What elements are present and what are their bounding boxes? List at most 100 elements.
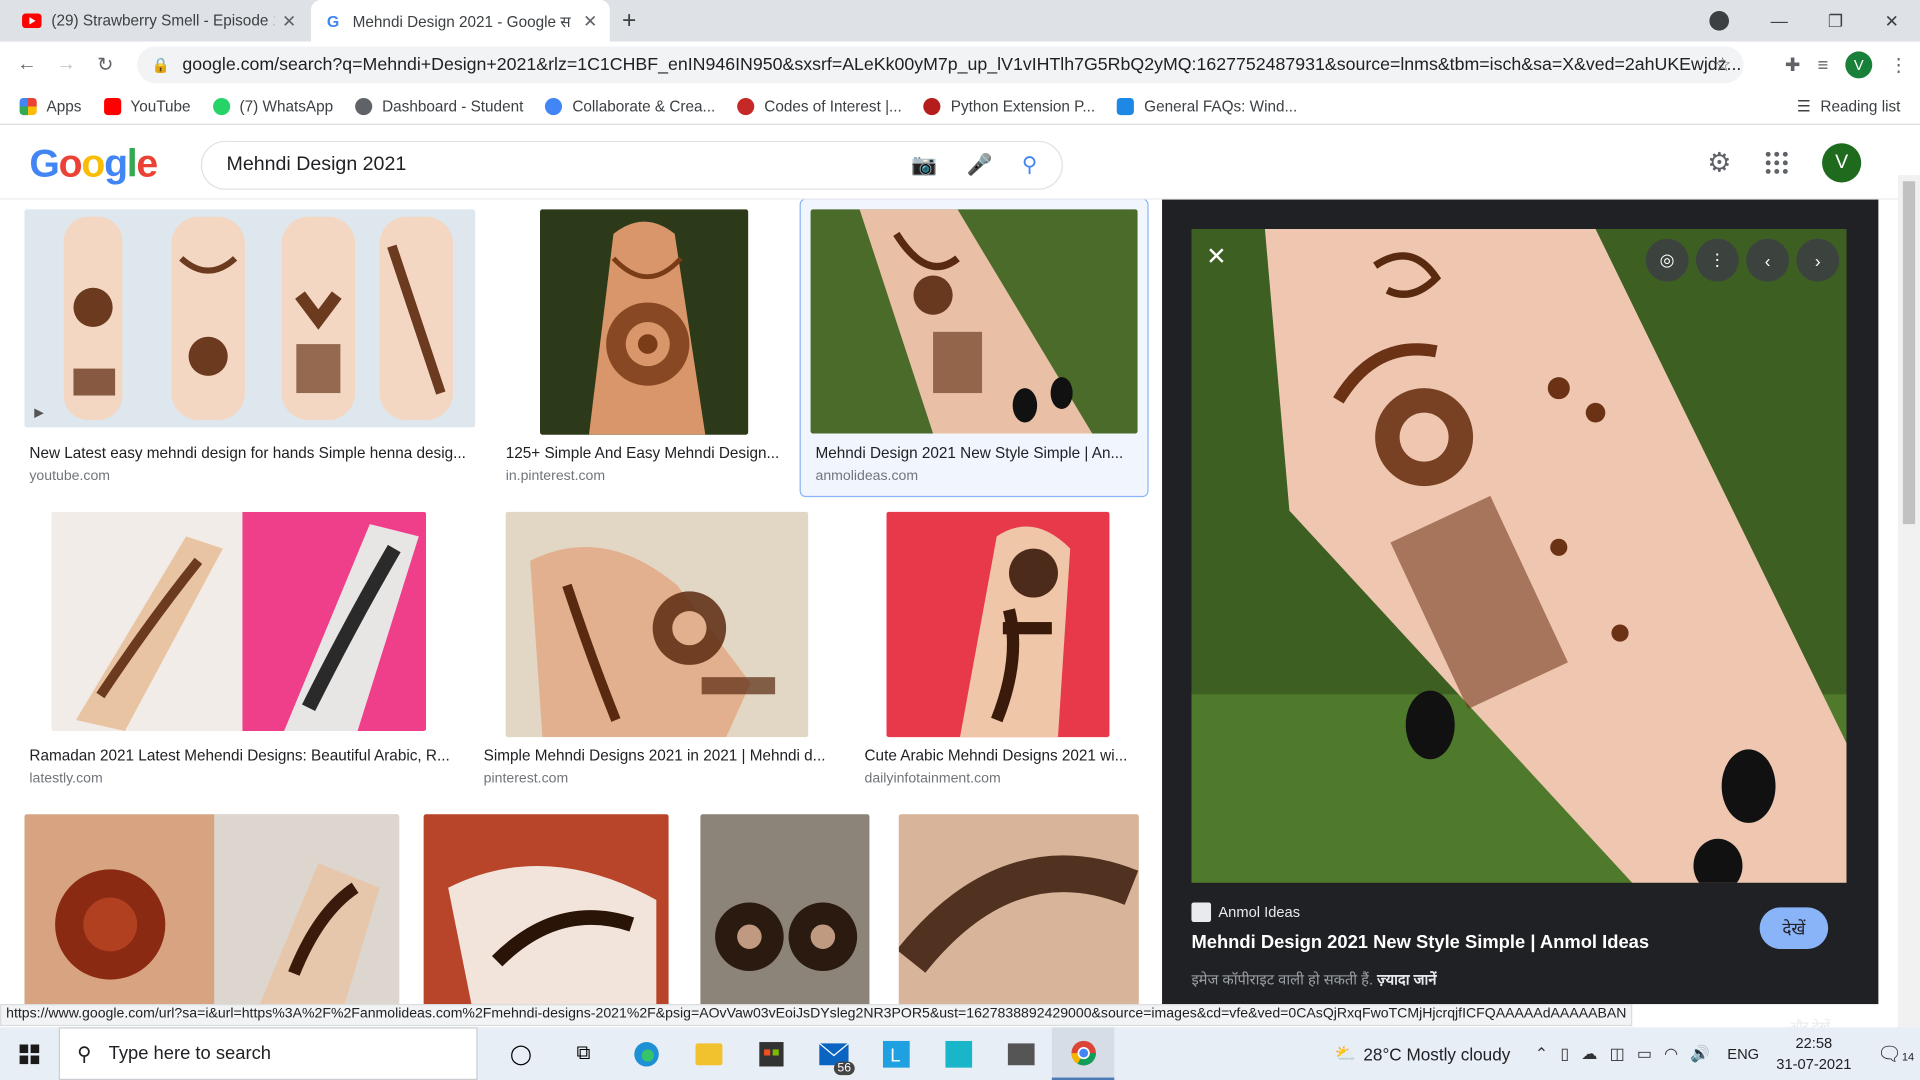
profile-avatar[interactable]: V: [1845, 51, 1873, 79]
store-icon[interactable]: [740, 1027, 802, 1080]
reading-list[interactable]: ☰ Reading list: [1797, 97, 1901, 115]
result-thumbnail[interactable]: [700, 814, 870, 1005]
result-thumbnail[interactable]: ▶: [24, 209, 476, 428]
task-view-icon[interactable]: ⧉: [552, 1027, 614, 1080]
close-window-icon[interactable]: ✕: [1864, 10, 1920, 31]
image-result-selected[interactable]: Mehndi Design 2021 New Style Simple | An…: [799, 199, 1149, 498]
image-result[interactable]: [700, 814, 870, 1005]
learn-more-link[interactable]: ज़्यादा जानें: [1377, 971, 1436, 988]
result-caption[interactable]: Mehndi Design 2021 New Style Simple | An…: [816, 444, 1137, 461]
next-icon[interactable]: ›: [1796, 238, 1840, 282]
bookmark-codes[interactable]: Codes of Interest |...: [737, 97, 902, 115]
close-tab-icon[interactable]: ✕: [282, 10, 296, 31]
result-source[interactable]: pinterest.com: [484, 771, 569, 786]
visit-button[interactable]: देखें: [1759, 907, 1829, 949]
minimize-icon[interactable]: —: [1751, 11, 1807, 31]
edge-icon[interactable]: [615, 1027, 677, 1080]
volume-icon[interactable]: 🔊: [1690, 1044, 1710, 1064]
result-source[interactable]: in.pinterest.com: [506, 469, 605, 484]
result-caption[interactable]: Simple Mehndi Designs 2021 in 2021 | Meh…: [484, 747, 832, 764]
close-tab-icon[interactable]: ✕: [583, 10, 597, 31]
settings-gear-icon[interactable]: ⚙: [1707, 147, 1731, 179]
chrome-icon[interactable]: [1051, 1027, 1115, 1080]
tab-search-icon[interactable]: [1709, 11, 1729, 31]
maximize-icon[interactable]: ❐: [1807, 10, 1863, 31]
lock-icon[interactable]: 🔒: [152, 56, 170, 73]
preview-title[interactable]: Mehndi Design 2021 New Style Simple | An…: [1191, 932, 1649, 953]
weather-widget[interactable]: ⛅ 28°C Mostly cloudy: [1335, 1043, 1511, 1064]
result-thumbnail[interactable]: [810, 209, 1138, 434]
bookmark-star-icon[interactable]: ☆: [1714, 53, 1732, 77]
search-input[interactable]: Mehndi Design 2021 📷 🎤 ⚲: [200, 140, 1063, 190]
tab-youtube[interactable]: (29) Strawberry Smell - Episode 1 ✕: [10, 0, 309, 42]
preview-source[interactable]: Anmol Ideas: [1191, 902, 1300, 923]
result-thumbnail[interactable]: [886, 511, 1110, 738]
google-logo[interactable]: Google: [29, 141, 158, 186]
image-result[interactable]: ▶ New Latest easy mehndi design for hand…: [24, 209, 476, 491]
bookmark-python[interactable]: Python Extension P...: [923, 97, 1095, 115]
more-options-icon[interactable]: ⋮: [1695, 238, 1739, 282]
previous-icon[interactable]: ‹: [1746, 238, 1789, 282]
media-icon[interactable]: ≡: [1817, 54, 1828, 75]
start-button[interactable]: [0, 1043, 59, 1064]
device-icon[interactable]: ▯: [1560, 1044, 1569, 1064]
menu-icon[interactable]: ⋮: [1889, 54, 1907, 76]
google-apps-icon[interactable]: [1765, 151, 1788, 174]
result-caption[interactable]: Cute Arabic Mehndi Designs 2021 wi...: [864, 747, 1136, 764]
battery-icon[interactable]: ▭: [1637, 1044, 1652, 1064]
bookmark-dashboard[interactable]: Dashboard - Student: [355, 97, 523, 115]
wifi-icon[interactable]: ◠: [1664, 1044, 1678, 1064]
image-result[interactable]: [423, 814, 669, 1005]
bookmark-apps[interactable]: Apps: [19, 97, 81, 115]
bookmark-whatsapp[interactable]: (7) WhatsApp: [212, 97, 333, 115]
camera-icon[interactable]: 📷: [911, 153, 937, 177]
network-icon[interactable]: ◫: [1610, 1044, 1625, 1064]
taskbar-search-input[interactable]: ⚲ Type here to search: [58, 1027, 478, 1080]
image-result[interactable]: [898, 814, 1139, 1005]
mail-icon[interactable]: 56: [802, 1027, 864, 1080]
bookmark-collaborate[interactable]: Collaborate & Crea...: [545, 97, 715, 115]
new-tab-button[interactable]: +: [622, 7, 636, 35]
file-explorer-icon[interactable]: [677, 1027, 739, 1080]
result-source[interactable]: anmolideas.com: [816, 469, 919, 484]
result-thumbnail[interactable]: [51, 511, 427, 732]
search-icon[interactable]: ⚲: [1022, 153, 1037, 177]
image-result[interactable]: Simple Mehndi Designs 2021 in 2021 | Meh…: [479, 511, 834, 794]
result-source[interactable]: youtube.com: [29, 469, 110, 484]
image-result[interactable]: [24, 814, 400, 1005]
microphone-icon[interactable]: 🎤: [967, 153, 993, 177]
language-indicator[interactable]: ENG: [1727, 1045, 1759, 1062]
result-thumbnail[interactable]: [540, 209, 749, 435]
app-gray-icon[interactable]: [989, 1027, 1051, 1080]
lens-search-icon[interactable]: ◎: [1645, 238, 1689, 282]
image-result[interactable]: 125+ Simple And Easy Mehndi Design... in…: [501, 209, 785, 491]
result-thumbnail[interactable]: [898, 814, 1139, 1005]
result-thumbnail[interactable]: [505, 511, 809, 738]
bookmark-youtube[interactable]: YouTube: [103, 97, 191, 115]
back-icon[interactable]: ←: [7, 54, 46, 76]
extensions-icon[interactable]: ✚: [1785, 54, 1800, 76]
preview-image[interactable]: [1191, 228, 1847, 883]
bookmark-general-faqs[interactable]: General FAQs: Wind...: [1117, 97, 1297, 115]
result-caption[interactable]: Ramadan 2021 Latest Mehendi Designs: Bea…: [29, 747, 450, 764]
close-preview-icon[interactable]: ✕: [1206, 241, 1227, 272]
app-teal-icon[interactable]: [927, 1027, 989, 1080]
scrollbar-thumb[interactable]: [1902, 181, 1916, 525]
image-result[interactable]: Ramadan 2021 Latest Mehendi Designs: Bea…: [24, 511, 453, 794]
result-source[interactable]: dailyinfotainment.com: [864, 771, 1000, 786]
app-l-icon[interactable]: L: [864, 1027, 926, 1080]
result-thumbnail[interactable]: [423, 814, 669, 1005]
result-thumbnail[interactable]: [24, 814, 400, 1005]
account-avatar[interactable]: V: [1822, 143, 1862, 183]
chevron-up-icon[interactable]: ⌃: [1535, 1044, 1548, 1064]
result-source[interactable]: latestly.com: [29, 771, 102, 786]
notification-center-icon[interactable]: 🗨14: [1871, 1041, 1920, 1065]
reload-icon[interactable]: ↻: [86, 53, 125, 77]
tab-google-search[interactable]: G Mehndi Design 2021 - Google स ✕: [311, 0, 610, 42]
address-bar[interactable]: 🔒 google.com/search?q=Mehndi+Design+2021…: [137, 46, 1744, 84]
cortana-icon[interactable]: ◯: [490, 1027, 552, 1080]
clock[interactable]: 22:58 31-07-2021: [1776, 1033, 1851, 1075]
result-caption[interactable]: New Latest easy mehndi design for hands …: [29, 444, 470, 461]
forward-icon[interactable]: →: [47, 54, 86, 76]
image-result[interactable]: Cute Arabic Mehndi Designs 2021 wi... da…: [860, 511, 1139, 794]
